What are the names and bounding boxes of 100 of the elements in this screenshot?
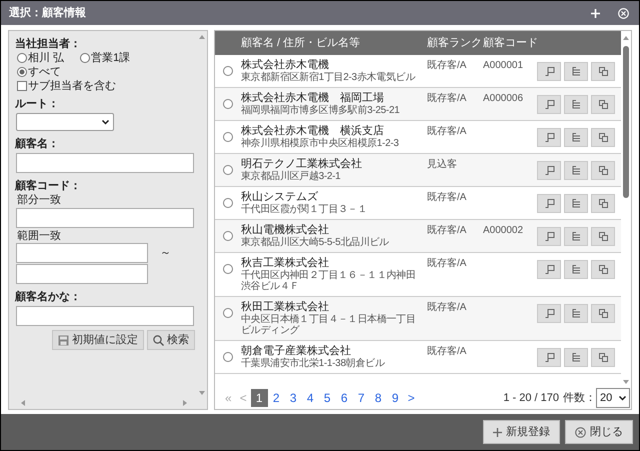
page-link[interactable]: 9 [386, 389, 404, 407]
radio-button[interactable] [17, 53, 27, 63]
column-header[interactable]: 顧客名 / 住所・ビル名等 [241, 34, 427, 52]
row-action-button[interactable] [564, 62, 588, 81]
row-action-button[interactable] [537, 161, 561, 180]
page-link[interactable]: 1 [250, 389, 268, 407]
row-action-button[interactable] [591, 227, 615, 246]
customer-address: 千代田区内神田２丁目１６－１１内神田渋谷ビル４Ｆ [241, 270, 417, 292]
customer-address: 中央区日本橋１丁目４－１日本橋一丁目ビルディング [241, 314, 417, 336]
row-action-button[interactable] [591, 260, 615, 279]
plus-icon [493, 428, 502, 436]
radio-button[interactable] [17, 67, 27, 77]
radio-button[interactable] [223, 264, 233, 274]
page-link[interactable]: 4 [302, 389, 319, 407]
range-separator: ～ [160, 246, 171, 261]
radio-button[interactable] [223, 99, 233, 109]
page-link[interactable]: 3 [284, 389, 302, 407]
customer-rank: 既存客/A [427, 191, 468, 204]
radio-button[interactable] [223, 308, 233, 318]
code-partial-field[interactable] [16, 208, 194, 228]
customer-rank: 既存客/A [427, 59, 468, 72]
route-dropdown[interactable] [16, 113, 114, 131]
customer-name: 秋山電機株式会社 [241, 224, 330, 236]
page-size-dropdown[interactable]: 20 [596, 388, 630, 408]
radio-button[interactable] [223, 352, 233, 362]
list-icon [570, 165, 582, 176]
search-button[interactable]: 検索 [147, 330, 195, 350]
window-title: 選択：顧客情報 [9, 6, 87, 21]
row-action-button[interactable] [591, 348, 615, 367]
code-from-field[interactable] [16, 243, 148, 263]
table-row[interactable]: 明石テクノ工業株式会社 東京都品川区戸越3-2-1 見込客 [215, 154, 621, 187]
row-action-button[interactable] [537, 95, 561, 114]
row-action-button[interactable] [537, 260, 561, 279]
checkbox[interactable] [17, 81, 27, 91]
radio-button[interactable] [223, 132, 233, 142]
scroll-up-icon [623, 36, 629, 40]
page-size-label: 件数： [563, 390, 596, 406]
radio-button[interactable] [223, 66, 233, 76]
customer-rank: 既存客/A [427, 345, 468, 358]
next-page-link[interactable]: > [404, 389, 419, 407]
row-action-button[interactable] [564, 95, 588, 114]
new-entry-button[interactable]: 新規登録 [483, 420, 560, 444]
code-to-field[interactable] [16, 264, 148, 284]
table-row[interactable]: 株式会社赤木電機 福岡工場 福岡県福岡市博多区博多駅前3-25-21 既存客/A A000006 [215, 88, 621, 121]
copy-icon [598, 231, 608, 242]
row-action-button[interactable] [564, 260, 588, 279]
customer-rank: 既存客/A [427, 125, 468, 138]
row-action-button[interactable] [564, 128, 588, 147]
table-row[interactable]: 秋山電機株式会社 東京都品川区大崎5-5-5北品川ビル 既存客/A A000002 [215, 220, 621, 253]
customer-address: 福岡県福岡市博多区博多駅前3-25-21 [241, 105, 400, 116]
page-link[interactable]: 6 [336, 389, 353, 407]
reset-button[interactable]: 初期値に設定 [52, 330, 144, 350]
row-action-button[interactable] [537, 62, 561, 81]
row-action-button[interactable] [591, 62, 615, 81]
scrollbar-thumb[interactable] [623, 46, 629, 198]
row-action-button[interactable] [564, 304, 588, 323]
close-button[interactable] [615, 5, 631, 21]
row-action-button[interactable] [564, 348, 588, 367]
customer-name: 秋山システムズ [241, 191, 319, 204]
page-link[interactable]: 5 [318, 389, 336, 407]
copy-icon [598, 66, 608, 77]
radio-button[interactable] [223, 198, 233, 208]
kana-field[interactable] [16, 306, 194, 326]
row-action-button[interactable] [564, 161, 588, 180]
copy-icon [598, 264, 608, 275]
row-action-button[interactable] [537, 194, 561, 213]
page-link[interactable]: 7 [352, 389, 370, 407]
table-row[interactable]: 秋田工業株式会社 中央区日本橋１丁目４－１日本橋一丁目ビルディング 既存客/A [215, 297, 621, 341]
row-action-button[interactable] [591, 128, 615, 147]
list-icon [570, 198, 582, 209]
radio-button[interactable] [223, 165, 233, 175]
column-header[interactable]: 顧客ランク [427, 34, 483, 52]
scroll-up-icon [199, 35, 205, 39]
row-action-button[interactable] [591, 95, 615, 114]
customer-rank: 既存客/A [427, 257, 468, 270]
radio-button[interactable] [80, 53, 90, 63]
customer-rank: 既存客/A [427, 92, 468, 105]
row-action-button[interactable] [537, 227, 561, 246]
copy-icon [598, 198, 608, 209]
customer-code: A000006 [483, 92, 524, 105]
row-action-button[interactable] [537, 304, 561, 323]
customer-name-field[interactable] [16, 153, 194, 173]
row-action-button[interactable] [591, 194, 615, 213]
radio-button[interactable] [223, 231, 233, 241]
copy-icon [598, 99, 608, 110]
row-action-button[interactable] [537, 128, 561, 147]
page-link[interactable]: 2 [268, 389, 285, 407]
option-label: 相川 弘 [28, 51, 64, 65]
scroll-down-icon [199, 391, 205, 395]
row-action-button[interactable] [591, 304, 615, 323]
row-action-button[interactable] [564, 194, 588, 213]
list-icon [570, 264, 582, 275]
row-action-button[interactable] [564, 227, 588, 246]
row-action-button[interactable] [591, 161, 615, 180]
close-dialog-button[interactable]: 閉じる [565, 420, 633, 444]
row-action-button[interactable] [537, 348, 561, 367]
customer-address: 千葉県浦安市北栄1-1-38朝倉ビル [241, 358, 386, 369]
column-header[interactable]: 顧客コード [483, 34, 537, 52]
checkbox-label: サブ担当者を含む [28, 79, 116, 93]
page-link[interactable]: 8 [370, 389, 387, 407]
